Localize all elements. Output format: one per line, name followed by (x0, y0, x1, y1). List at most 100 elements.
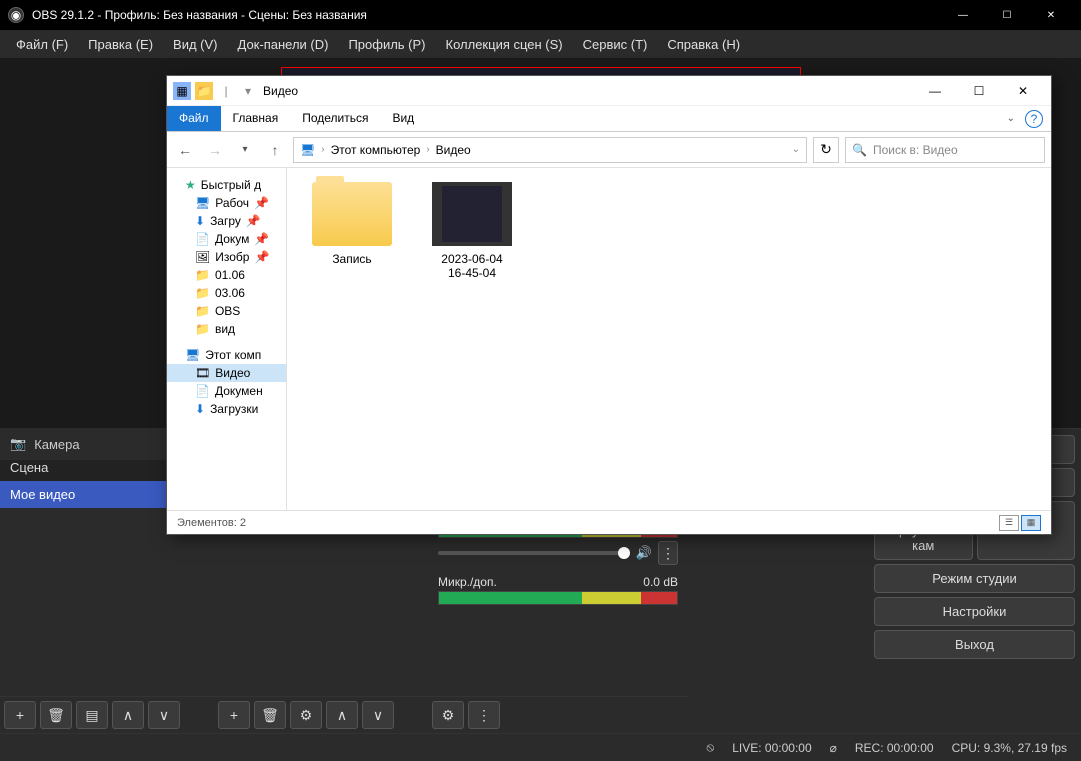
nav-folder-0106[interactable]: 📁01.06 (167, 266, 286, 284)
status-cpu: CPU: 9.3%, 27.19 fps (952, 741, 1067, 755)
studio-mode-button[interactable]: Режим студии (874, 564, 1075, 593)
explorer-window: ▦ 📁 | ▾ Видео — ☐ ✕ Файл Главная Поделит… (166, 75, 1052, 535)
nav-folder-vid[interactable]: 📁вид (167, 320, 286, 338)
maximize-button[interactable]: ☐ (985, 0, 1029, 30)
nav-this-pc[interactable]: 🖥Этот комп (167, 346, 286, 364)
menu-scene-collection[interactable]: Коллекция сцен (S) (436, 33, 573, 56)
help-icon[interactable]: ? (1025, 110, 1043, 128)
obs-logo-icon: ◉ (8, 7, 24, 23)
mixer-meter (438, 591, 678, 605)
menu-service[interactable]: Сервис (T) (573, 33, 658, 56)
video-item[interactable]: 2023-06-04 16-45-04 (427, 182, 517, 280)
status-bar: ⦸ LIVE: 00:00:00 ⌀ REC: 00:00:00 CPU: 9.… (0, 733, 1081, 761)
nav-downloads[interactable]: ⬇Загру📌 (167, 212, 286, 230)
ribbon-share-tab[interactable]: Поделиться (290, 106, 380, 131)
breadcrumb-computer[interactable]: Этот компьютер (331, 143, 421, 157)
source-add-button[interactable]: + (218, 701, 250, 729)
mixer-track-mic: Микр./доп.0.0 dB (438, 575, 678, 605)
nav-downloads-2[interactable]: ⬇Загрузки (167, 400, 286, 418)
explorer-statusbar: Элементов: 2 ☰ ▦ (167, 510, 1051, 534)
video-thumb-icon (432, 182, 512, 246)
folder-item[interactable]: Запись (307, 182, 397, 266)
nav-folder-0306[interactable]: 📁03.06 (167, 284, 286, 302)
video-library-icon: ▦ (173, 82, 191, 100)
nav-back-button[interactable]: ← (173, 138, 197, 162)
item-count: Элементов: 2 (177, 517, 246, 529)
menu-view[interactable]: Вид (V) (163, 33, 227, 56)
ribbon-home-tab[interactable]: Главная (221, 106, 291, 131)
scene-up-button[interactable]: ∧ (112, 701, 144, 729)
obs-titlebar: ◉ OBS 29.1.2 - Профиль: Без названия - С… (0, 0, 1081, 30)
nav-pane[interactable]: ★Быстрый д 🖥Рабоч📌 ⬇Загру📌 📄Докум📌 🖼Изоб… (167, 168, 287, 510)
search-input[interactable]: 🔍 Поиск в: Видео (845, 137, 1045, 163)
settings-button[interactable]: Настройки (874, 597, 1075, 626)
nav-documents[interactable]: 📄Докум📌 (167, 230, 286, 248)
path-bar: ← → ▾ ↑ 🖥 › Этот компьютер › Видео ⌄ ↻ 🔍… (167, 132, 1051, 168)
disk-icon: ⌀ (830, 741, 837, 755)
folder-thumb-icon (312, 182, 392, 246)
dropdown-icon[interactable]: ▾ (239, 82, 257, 100)
menu-help[interactable]: Справка (H) (657, 33, 750, 56)
mixer-more-button[interactable]: ⋮ (468, 701, 500, 729)
mixer-slider[interactable] (438, 551, 630, 555)
explorer-minimize-button[interactable]: — (913, 77, 957, 105)
scene-add-button[interactable]: + (4, 701, 36, 729)
nav-folder-obs[interactable]: 📁OBS (167, 302, 286, 320)
refresh-button[interactable]: ↻ (813, 137, 839, 163)
scene-filter-button[interactable]: ▤ (76, 701, 108, 729)
source-properties-button[interactable]: ⚙ (290, 701, 322, 729)
nav-quick-access[interactable]: ★Быстрый д (167, 176, 286, 194)
minimize-button[interactable]: — (941, 0, 985, 30)
speaker-icon[interactable]: 🔊 (636, 545, 652, 561)
explorer-title: Видео (263, 84, 298, 98)
scene-remove-button[interactable]: 🗑 (40, 701, 72, 729)
video-name-2: 16-45-04 (427, 266, 517, 280)
nav-videos-selected[interactable]: 🎞Видео (167, 364, 286, 382)
menu-docks[interactable]: Док-панели (D) (228, 33, 339, 56)
ribbon-file-tab[interactable]: Файл (167, 106, 221, 131)
menu-file[interactable]: Файл (F) (6, 33, 78, 56)
exit-button[interactable]: Выход (874, 630, 1075, 659)
folder-icon: 📁 (195, 82, 213, 100)
obs-title: OBS 29.1.2 - Профиль: Без названия - Сце… (32, 8, 367, 22)
content-pane[interactable]: Запись 2023-06-04 16-45-04 (287, 168, 1051, 510)
mixer-settings-button[interactable]: ⚙ (432, 701, 464, 729)
view-details-button[interactable]: ☰ (999, 515, 1019, 531)
search-icon: 🔍 (852, 143, 867, 157)
ribbon-tabs: Файл Главная Поделиться Вид ⌄ ? (167, 106, 1051, 132)
close-button[interactable]: ✕ (1029, 0, 1073, 30)
breadcrumb-videos[interactable]: Видео (436, 143, 471, 157)
ribbon-view-tab[interactable]: Вид (380, 106, 426, 131)
explorer-close-button[interactable]: ✕ (1001, 77, 1045, 105)
explorer-maximize-button[interactable]: ☐ (957, 77, 1001, 105)
network-icon: ⦸ (706, 740, 714, 755)
camera-label: Камера (34, 437, 79, 452)
ribbon-expand-icon[interactable]: ⌄ (1007, 113, 1015, 124)
source-remove-button[interactable]: 🗑 (254, 701, 286, 729)
pc-icon: 🖥 (300, 143, 315, 157)
nav-desktop[interactable]: 🖥Рабоч📌 (167, 194, 286, 212)
mixer-menu-button[interactable]: ⋮ (658, 541, 678, 565)
video-name-1: 2023-06-04 (427, 252, 517, 266)
source-up-button[interactable]: ∧ (326, 701, 358, 729)
nav-history-button[interactable]: ▾ (233, 138, 257, 162)
divider-icon: | (217, 82, 235, 100)
menu-edit[interactable]: Правка (E) (78, 33, 163, 56)
camera-dock: 📷 Камера (0, 428, 170, 460)
nav-forward-button[interactable]: → (203, 138, 227, 162)
view-icons-button[interactable]: ▦ (1021, 515, 1041, 531)
nav-pictures[interactable]: 🖼Изобр📌 (167, 248, 286, 266)
status-rec: REC: 00:00:00 (855, 741, 934, 755)
nav-up-button[interactable]: ↑ (263, 138, 287, 162)
camera-icon: 📷 (10, 436, 26, 452)
breadcrumb[interactable]: 🖥 › Этот компьютер › Видео ⌄ (293, 137, 807, 163)
source-down-button[interactable]: ∨ (362, 701, 394, 729)
folder-name: Запись (307, 252, 397, 266)
status-live: LIVE: 00:00:00 (732, 741, 811, 755)
path-dropdown-icon[interactable]: ⌄ (792, 144, 800, 155)
explorer-titlebar[interactable]: ▦ 📁 | ▾ Видео — ☐ ✕ (167, 76, 1051, 106)
menu-profile[interactable]: Профиль (P) (338, 33, 435, 56)
obs-menubar: Файл (F) Правка (E) Вид (V) Док-панели (… (0, 30, 1081, 58)
scene-down-button[interactable]: ∨ (148, 701, 180, 729)
nav-documents-2[interactable]: 📄Докумен (167, 382, 286, 400)
